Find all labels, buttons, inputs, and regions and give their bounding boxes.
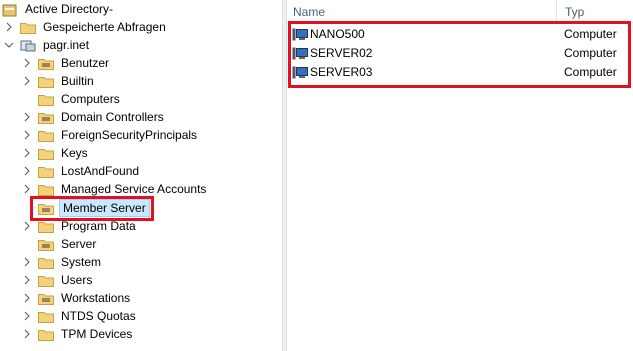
tree-item-users[interactable]: Users <box>22 271 94 289</box>
tree-item-computers[interactable]: Computers <box>38 90 122 108</box>
tree-item-label: Builtin <box>61 74 94 88</box>
folder-icon <box>38 57 54 70</box>
column-divider[interactable] <box>556 0 557 22</box>
tree-item-keys[interactable]: Keys <box>22 144 90 162</box>
tree-item-label: NTDS Quotas <box>61 309 136 323</box>
chevron-right-icon[interactable] <box>22 72 32 90</box>
tree-item-label: System <box>61 255 102 269</box>
folder-icon <box>38 75 54 88</box>
tree-item-label: ForeignSecurityPrincipals <box>61 128 198 142</box>
tree-item-label: Gespeicherte Abfragen <box>43 20 166 34</box>
list-pane: Name Typ NANO500 Computer SERVER02 Compu… <box>287 0 633 351</box>
tree-item-tpm-devices[interactable]: TPM Devices <box>22 325 134 343</box>
tree-item-label: Server <box>61 237 97 251</box>
folder-icon <box>38 220 54 233</box>
folder-icon <box>38 111 54 124</box>
chevron-right-icon[interactable] <box>22 162 32 180</box>
tree-item-system[interactable]: System <box>22 253 103 271</box>
column-header-name[interactable]: Name <box>293 5 325 19</box>
tree-item-label: pagr.inet <box>43 38 90 52</box>
folder-icon <box>38 165 54 178</box>
tree-item-label: Keys <box>61 146 88 160</box>
column-header-type[interactable]: Typ <box>565 5 584 19</box>
tree-item-label: Domain Controllers <box>61 110 164 124</box>
chevron-right-icon[interactable] <box>4 18 14 36</box>
tree-item-label: Workstations <box>61 291 131 305</box>
list-header: Name Typ <box>287 0 633 23</box>
tree-item-program-data[interactable]: Program Data <box>22 217 138 235</box>
chevron-right-icon[interactable] <box>22 289 32 307</box>
folder-icon <box>38 274 54 287</box>
tree-item-lost-and-found[interactable]: LostAndFound <box>22 162 141 180</box>
chevron-right-icon[interactable] <box>22 253 32 271</box>
tree-item-server[interactable]: Server <box>38 235 98 253</box>
chevron-right-icon[interactable] <box>22 307 32 325</box>
highlight-box-computers <box>288 21 631 88</box>
folder-icon <box>38 256 54 269</box>
folder-icon <box>38 147 54 160</box>
chevron-right-icon[interactable] <box>22 54 32 72</box>
folder-icon <box>20 21 36 34</box>
tree-item-label: Benutzer <box>61 56 110 70</box>
tree-item-builtin[interactable]: Builtin <box>22 72 96 90</box>
chevron-right-icon[interactable] <box>22 144 32 162</box>
tree-item-label: Program Data <box>61 219 136 233</box>
tree-pane: Active Directory- Gespeicherte Abfragen … <box>0 0 282 351</box>
tree-item-workstations[interactable]: Workstations <box>22 289 132 307</box>
tree-item-saved-queries[interactable]: Gespeicherte Abfragen <box>4 18 168 36</box>
tree-item-ntds-quotas[interactable]: NTDS Quotas <box>22 307 138 325</box>
chevron-right-icon[interactable] <box>22 126 32 144</box>
chevron-down-icon[interactable] <box>4 36 14 54</box>
chevron-right-icon[interactable] <box>22 325 32 343</box>
folder-icon <box>38 183 54 196</box>
chevron-right-icon[interactable] <box>22 108 32 126</box>
folder-icon <box>38 93 54 106</box>
chevron-right-icon[interactable] <box>22 271 32 289</box>
ad-root-icon <box>2 3 18 16</box>
tree-item-domain[interactable]: pagr.inet <box>4 36 91 54</box>
tree-item-benutzer[interactable]: Benutzer <box>22 54 111 72</box>
folder-icon <box>38 310 54 323</box>
tree-root[interactable]: Active Directory- <box>2 0 115 18</box>
domain-icon <box>20 39 36 52</box>
chevron-right-icon[interactable] <box>22 217 32 235</box>
folder-icon <box>38 238 54 251</box>
tree-root-label: Active Directory- <box>25 2 114 16</box>
folder-icon <box>38 292 54 305</box>
folder-icon <box>38 129 54 142</box>
tree-item-label: Computers <box>61 92 120 106</box>
folder-icon <box>38 328 54 341</box>
tree-item-label: LostAndFound <box>61 164 140 178</box>
tree-item-label: Users <box>61 273 93 287</box>
tree-item-label: TPM Devices <box>61 327 133 341</box>
tree-item-foreign-security-principals[interactable]: ForeignSecurityPrincipals <box>22 126 199 144</box>
tree-item-domain-controllers[interactable]: Domain Controllers <box>22 108 166 126</box>
